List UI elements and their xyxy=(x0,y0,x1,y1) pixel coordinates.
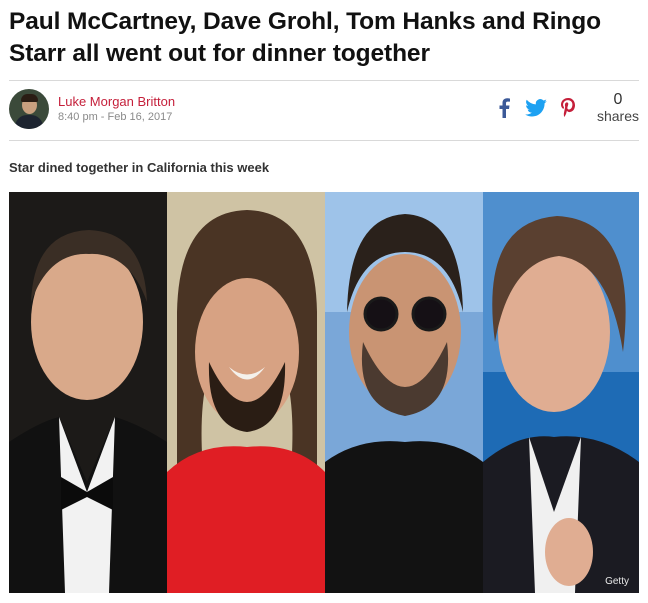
share-counter: 0 shares xyxy=(596,91,639,125)
divider-bottom xyxy=(9,140,639,141)
twitter-icon[interactable] xyxy=(525,97,547,119)
share-count-label: shares xyxy=(596,108,639,124)
share-bar: 0 shares xyxy=(493,86,639,130)
author-avatar[interactable] xyxy=(9,89,49,129)
byline: Luke Morgan Britton 8:40 pm - Feb 16, 20… xyxy=(9,88,175,130)
article-standfirst: Star dined together in California this w… xyxy=(9,160,270,175)
article-hero-image: Getty xyxy=(9,192,639,593)
facebook-icon[interactable] xyxy=(493,97,515,119)
share-count-number: 0 xyxy=(613,91,623,108)
article-headline: Paul McCartney, Dave Grohl, Tom Hanks an… xyxy=(9,8,602,67)
author-name-link[interactable]: Luke Morgan Britton xyxy=(58,94,175,110)
hero-photo-collage xyxy=(9,192,639,593)
pinterest-icon[interactable] xyxy=(557,97,579,119)
image-credit: Getty xyxy=(605,576,629,587)
divider-top xyxy=(9,80,639,81)
post-timestamp: 8:40 pm - Feb 16, 2017 xyxy=(58,110,173,123)
